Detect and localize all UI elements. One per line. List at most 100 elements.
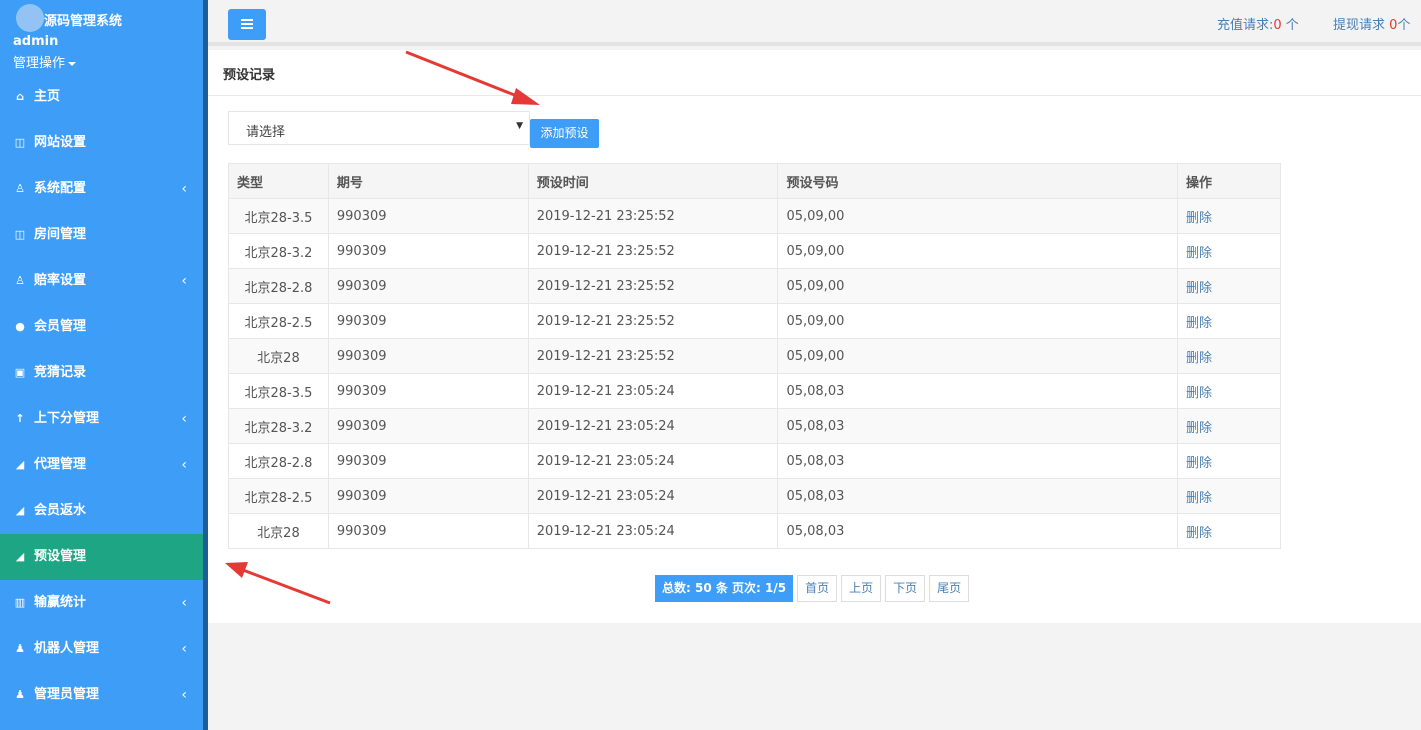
table-row: 北京28 990309 2019-12-21 23:25:52 05,09,00 删除: [228, 338, 1281, 374]
columns-icon: ◫: [14, 228, 26, 241]
sidebar-item-0[interactable]: ⌂ 主页: [0, 74, 203, 120]
home-icon: ⌂: [16, 90, 24, 103]
table-cell: 05,09,00: [777, 338, 1179, 374]
app-title: 源码管理系统: [44, 14, 123, 29]
recharge-requests-link[interactable]: 充值请求:0 个: [1217, 14, 1299, 33]
withdraw-unit: 个: [1397, 18, 1411, 33]
action-cell: 删除: [1177, 303, 1281, 339]
table-cell: 05,08,03: [777, 373, 1179, 409]
delete-link[interactable]: 删除: [1186, 316, 1212, 331]
table-row: 北京28-3.2 990309 2019-12-21 23:25:52 05,09,0…: [228, 233, 1281, 269]
sidebar-item-label: 机器人管理: [34, 641, 100, 656]
sidebar-item-4[interactable]: ♙ 赔率设置 ‹: [0, 258, 203, 304]
sidebar-item-6[interactable]: ▣ 竞猜记录: [0, 350, 203, 396]
admin-ops-dropdown[interactable]: 管理操作: [13, 52, 77, 71]
chevron-left-icon: ‹: [181, 181, 187, 197]
sidebar: 源码管理系统 admin 管理操作 ⌂ 主页 ◫ 网站设置 ♙ 系统配置 ‹ ◫ 房间管理 ♙ 赔率…: [0, 0, 208, 730]
table-cell: 北京28-2.8: [228, 268, 329, 304]
table-cell: 北京28-2.8: [228, 443, 329, 479]
table-body: 北京28-3.5 990309 2019-12-21 23:25:52 05,09,0…: [228, 198, 1281, 549]
table-cell: 北京28-3.2: [228, 408, 329, 444]
delete-link[interactable]: 删除: [1186, 211, 1212, 226]
next-page-button[interactable]: 下页: [885, 575, 926, 602]
delete-link[interactable]: 删除: [1186, 456, 1212, 471]
sidebar-item-12[interactable]: ♟ 机器人管理 ‹: [0, 626, 203, 672]
top-bar: 充值请求:0 个 提现请求 0个: [208, 0, 1421, 46]
sidebar-item-3[interactable]: ◫ 房间管理: [0, 212, 203, 258]
delete-link[interactable]: 删除: [1186, 351, 1212, 366]
sidebar-item-7[interactable]: ↑ 上下分管理 ‹: [0, 396, 203, 442]
last-page-button[interactable]: 尾页: [929, 575, 970, 602]
table-row: 北京28-2.5 990309 2019-12-21 23:25:52 05,09,0…: [228, 303, 1281, 339]
table-cell: 990309: [327, 443, 529, 479]
table-cell: 990309: [327, 268, 529, 304]
columns-icon: ◫: [14, 136, 26, 149]
sidebar-item-label: 上下分管理: [34, 411, 100, 426]
table-cell: 2019-12-21 23:05:24: [527, 408, 779, 444]
delete-link[interactable]: 删除: [1186, 386, 1212, 401]
sidebar-item-5[interactable]: ● 会员管理: [0, 304, 203, 350]
table-cell: 2019-12-21 23:25:52: [527, 233, 779, 269]
arrow-up-icon: ↑: [15, 412, 25, 425]
table-cell: 05,08,03: [777, 443, 1179, 479]
table-cell: 2019-12-21 23:05:24: [527, 513, 779, 549]
action-cell: 删除: [1177, 338, 1281, 374]
preset-table: 类型 期号 预设时间 预设号码 操作 北京28-3.5 990309 2019-12-21 …: [228, 163, 1281, 549]
avatar: [16, 4, 44, 32]
delete-link[interactable]: 删除: [1186, 526, 1212, 541]
sidebar-item-label: 会员返水: [34, 503, 87, 518]
add-preset-button[interactable]: 添加预设: [530, 119, 599, 148]
menu-toggle-button[interactable]: [228, 9, 266, 40]
table-cell: 05,09,00: [777, 198, 1179, 234]
withdraw-requests-link[interactable]: 提现请求 0个: [1333, 14, 1410, 33]
type-select-value: 请选择: [246, 125, 286, 140]
table-cell: 990309: [327, 513, 529, 549]
sidebar-item-label: 预设管理: [34, 549, 87, 564]
first-page-button[interactable]: 首页: [797, 575, 838, 602]
recharge-label: 充值请求:: [1217, 18, 1274, 33]
chevron-left-icon: ‹: [181, 411, 187, 427]
action-cell: 删除: [1177, 443, 1281, 479]
sidebar-item-13[interactable]: ♟ 管理员管理 ‹: [0, 672, 203, 718]
sidebar-item-8[interactable]: ◢ 代理管理 ‹: [0, 442, 203, 488]
delete-link[interactable]: 删除: [1186, 246, 1212, 261]
prev-page-button[interactable]: 上页: [841, 575, 882, 602]
delete-link[interactable]: 删除: [1186, 421, 1212, 436]
column-header: 期号: [327, 163, 529, 199]
column-header: 预设时间: [527, 163, 779, 199]
table-header-row: 类型 期号 预设时间 预设号码 操作: [228, 163, 1281, 199]
sidebar-item-label: 管理员管理: [34, 687, 100, 702]
sidebar-brand: 源码管理系统 admin 管理操作: [0, 0, 203, 80]
paper-plane-icon: ◢: [15, 458, 25, 471]
action-cell: 删除: [1177, 198, 1281, 234]
delete-link[interactable]: 删除: [1186, 281, 1212, 296]
sidebar-item-2[interactable]: ♙ 系统配置 ‹: [0, 166, 203, 212]
sidebar-item-11[interactable]: ▥ 输赢统计 ‹: [0, 580, 203, 626]
sidebar-item-10[interactable]: ◢ 预设管理: [0, 534, 203, 580]
admin-ops-label: 管理操作: [13, 56, 66, 71]
table-cell: 05,09,00: [777, 233, 1179, 269]
table-row: 北京28 990309 2019-12-21 23:05:24 05,08,03 删除: [228, 513, 1281, 549]
table-cell: 北京28-2.5: [228, 478, 329, 514]
sidebar-item-9[interactable]: ◢ 会员返水: [0, 488, 203, 534]
delete-link[interactable]: 删除: [1186, 491, 1212, 506]
panel-title: 预设记录: [208, 50, 1421, 96]
sidebar-item-label: 网站设置: [34, 135, 87, 150]
sidebar-item-label: 主页: [34, 89, 61, 104]
table-cell: 05,08,03: [777, 513, 1179, 549]
paper-plane-icon: ◢: [15, 550, 25, 563]
sidebar-item-1[interactable]: ◫ 网站设置: [0, 120, 203, 166]
person-icon: ♟: [15, 688, 25, 701]
chevron-left-icon: ‹: [181, 273, 187, 289]
bar-chart-icon: ▥: [14, 596, 26, 609]
chevron-left-icon: ‹: [181, 687, 187, 703]
sidebar-item-label: 赔率设置: [34, 273, 87, 288]
user-icon: ●: [15, 320, 25, 333]
column-header: 类型: [228, 163, 329, 199]
sidebar-item-label: 系统配置: [34, 181, 87, 196]
table-cell: 990309: [327, 408, 529, 444]
recharge-count: 0: [1273, 18, 1282, 33]
table-cell: 北京28: [228, 513, 329, 549]
type-select[interactable]: 请选择 ▼: [228, 111, 530, 145]
table-cell: 2019-12-21 23:05:24: [527, 478, 779, 514]
